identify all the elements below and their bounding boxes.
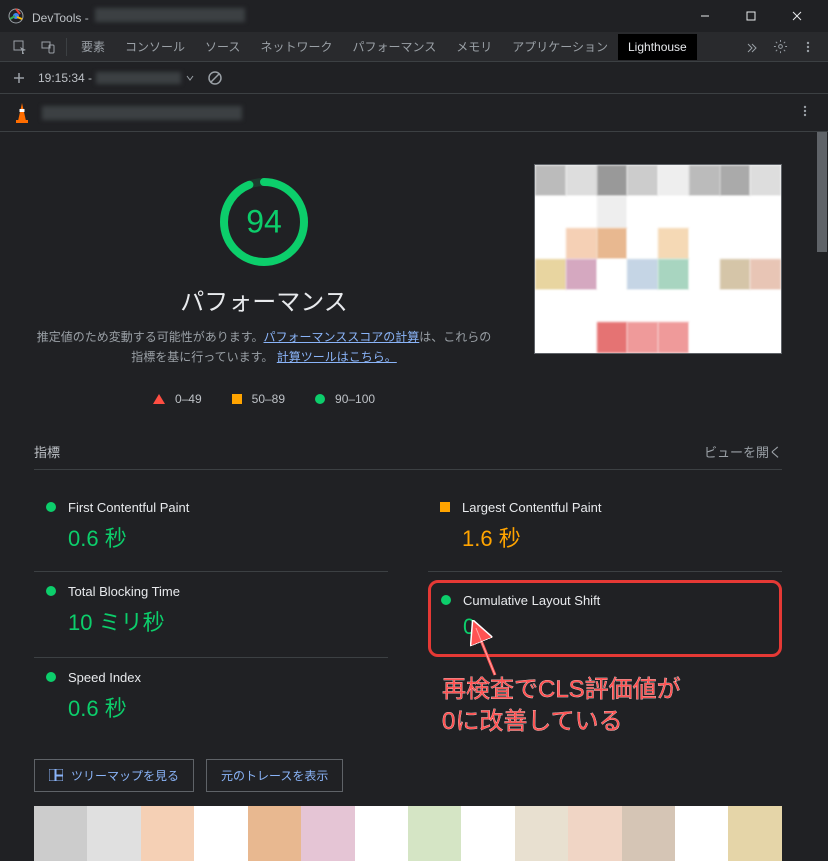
triangle-icon [153, 394, 165, 404]
square-icon [232, 394, 242, 404]
avg-square-icon [440, 502, 450, 512]
treemap-button[interactable]: ツリーマップを見る [34, 759, 194, 792]
good-dot-icon [46, 672, 56, 682]
metric-tbt[interactable]: Total Blocking Time 10 ミリ秒 [34, 571, 388, 657]
filmstrip[interactable] [34, 806, 782, 861]
new-report-button[interactable] [8, 67, 30, 89]
window-titlebar: DevTools - [0, 0, 828, 32]
tab-memory[interactable]: メモリ [446, 32, 502, 61]
tab-performance[interactable]: パフォーマンス [342, 32, 446, 61]
close-button[interactable] [774, 0, 820, 32]
annotation-text: 再検査でCLS評価値が0に改善している [442, 674, 681, 739]
window-title: DevTools - [32, 8, 682, 25]
lighthouse-cone-icon [12, 101, 32, 125]
performance-gauge[interactable]: 94 [218, 176, 310, 268]
chrome-icon [8, 8, 24, 24]
good-dot-icon [46, 502, 56, 512]
minimize-button[interactable] [682, 0, 728, 32]
tab-network[interactable]: ネットワーク [250, 32, 342, 61]
tbt-value: 10 ミリ秒 [68, 605, 376, 637]
inspect-icon[interactable] [8, 35, 32, 59]
vertical-scrollbar[interactable] [816, 132, 828, 861]
more-tabs-icon[interactable] [740, 35, 764, 59]
tab-sources[interactable]: ソース [195, 32, 250, 61]
good-dot-icon [46, 586, 56, 596]
good-dot-icon [441, 595, 451, 605]
metric-lcp[interactable]: Largest Contentful Paint 1.6 秒 [428, 488, 782, 571]
report-kebab-menu[interactable] [794, 100, 816, 125]
annotation-arrow [470, 620, 510, 680]
clear-icon[interactable] [207, 70, 223, 86]
tab-console[interactable]: コンソール [115, 32, 195, 61]
settings-icon[interactable] [768, 35, 792, 59]
device-icon[interactable] [36, 35, 60, 59]
report-url [42, 106, 242, 120]
performance-description: 推定値のため変動する可能性があります。パフォーマンススコアの計算は、これらの指標… [34, 327, 494, 368]
score-calc-link[interactable]: パフォーマンススコアの計算 [264, 330, 420, 344]
kebab-menu-icon[interactable] [796, 35, 820, 59]
circle-icon [315, 394, 325, 404]
lcp-value: 1.6 秒 [462, 521, 770, 553]
performance-title: パフォーマンス [180, 282, 348, 317]
trace-button[interactable]: 元のトレースを表示 [206, 759, 343, 792]
devtools-tabs: 要素 コンソール ソース ネットワーク パフォーマンス メモリ アプリケーション… [0, 32, 828, 62]
page-screenshot[interactable] [534, 164, 782, 354]
report-header [0, 94, 828, 132]
maximize-button[interactable] [728, 0, 774, 32]
performance-score: 94 [246, 204, 282, 241]
calc-tool-link[interactable]: 計算ツールはこちら。 [277, 350, 397, 364]
expand-view-link[interactable]: ビューを開く [704, 442, 782, 461]
tab-lighthouse[interactable]: Lighthouse [618, 34, 697, 60]
fcp-value: 0.6 秒 [68, 521, 376, 553]
report-body: 94 パフォーマンス 推定値のため変動する可能性があります。パフォーマンススコア… [0, 132, 816, 861]
tab-application[interactable]: アプリケーション [502, 32, 618, 61]
si-value: 0.6 秒 [68, 691, 376, 723]
treemap-icon [49, 769, 63, 781]
metric-si[interactable]: Speed Index 0.6 秒 [34, 657, 388, 741]
report-timestamp[interactable]: 19:15:34 - [38, 71, 195, 85]
metrics-label: 指標 [34, 442, 60, 461]
lighthouse-toolbar: 19:15:34 - [0, 62, 828, 94]
score-legend: 0–49 50–89 90–100 [153, 392, 375, 406]
tab-elements[interactable]: 要素 [71, 32, 115, 61]
metric-fcp[interactable]: First Contentful Paint 0.6 秒 [34, 488, 388, 571]
